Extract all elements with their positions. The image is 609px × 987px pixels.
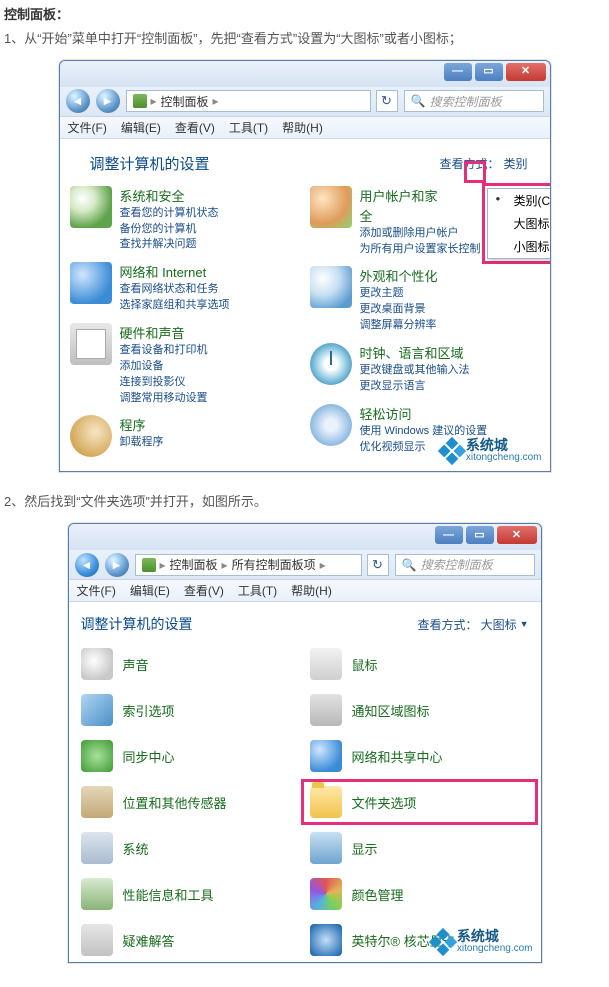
address-seg-2: 所有控制面板项 — [232, 556, 316, 573]
folder-icon — [310, 786, 342, 818]
menu-file[interactable]: 文件(F) — [77, 582, 116, 599]
location-icon — [81, 786, 113, 818]
address-bar[interactable]: ▸ 控制面板 ▸ 所有控制面板项 ▸ — [135, 554, 362, 576]
nav-bar: ◄ ► ▸ 控制面板 ▸ ↻ 🔍 搜索控制面板 — [60, 87, 550, 117]
item-intel[interactable]: 英特尔® 核芯显卡 — [310, 924, 529, 956]
view-option-small[interactable]: 小图标(S) — [488, 235, 550, 258]
item-performance[interactable]: 性能信息和工具 — [81, 878, 300, 910]
view-option-category[interactable]: 类别(C) — [488, 189, 550, 212]
menu-bar: 文件(F) 编辑(E) 查看(V) 工具(T) 帮助(H) — [69, 580, 541, 602]
network-icon — [310, 740, 342, 772]
speaker-icon — [81, 648, 113, 680]
item-network-center[interactable]: 网络和共享中心 — [310, 740, 529, 772]
search-icon: 🔍 — [402, 558, 417, 572]
address-segment: 控制面板 — [161, 93, 209, 110]
menu-bar: 文件(F) 编辑(E) 查看(V) 工具(T) 帮助(H) — [60, 117, 550, 139]
menu-edit[interactable]: 编辑(E) — [130, 582, 170, 599]
minimize-button[interactable]: — — [435, 526, 463, 544]
category-system-security[interactable]: 系统和安全 查看您的计算机状态 备份您的计算机 查找并解决问题 — [70, 186, 300, 253]
disc-icon — [70, 415, 112, 457]
back-button[interactable]: ◄ — [66, 89, 90, 113]
item-display[interactable]: 显示 — [310, 832, 529, 864]
nav-bar: ◄ ► ▸ 控制面板 ▸ 所有控制面板项 ▸ ↻ 🔍 搜索控制面板 — [69, 550, 541, 580]
view-mode-partial: 类别 — [503, 155, 527, 172]
item-color[interactable]: 颜色管理 — [310, 878, 529, 910]
view-option-large[interactable]: 大图标(L) — [488, 212, 550, 235]
item-tray[interactable]: 通知区域图标 — [310, 694, 529, 726]
item-mouse[interactable]: 鼠标 — [310, 648, 529, 680]
refresh-button[interactable]: ↻ — [376, 90, 398, 112]
address-seg-1: 控制面板 — [170, 556, 218, 573]
item-system[interactable]: 系统 — [81, 832, 300, 864]
category-programs[interactable]: 程序 卸载程序 — [70, 415, 300, 457]
shield-icon — [70, 186, 112, 228]
mouse-icon — [310, 648, 342, 680]
search-input[interactable]: 🔍 搜索控制面板 — [395, 554, 535, 576]
menu-view[interactable]: 查看(V) — [175, 119, 215, 136]
page-title: 调整计算机的设置 — [90, 153, 210, 174]
back-button[interactable]: ◄ — [75, 553, 99, 577]
content-pane: 调整计算机的设置 查看方式： 大图标 ▼ 声音 鼠标 索引选项 通知区域图标 同… — [69, 602, 541, 962]
display-icon — [310, 832, 342, 864]
refresh-button[interactable]: ↻ — [367, 554, 389, 576]
color-icon — [310, 878, 342, 910]
menu-view[interactable]: 查看(V) — [184, 582, 224, 599]
address-bar[interactable]: ▸ 控制面板 ▸ — [126, 90, 371, 112]
step-1-text: 1、从“开始”菜单中打开“控制面板”，先把“查看方式”设置为“大图标”或者小图标… — [4, 29, 605, 50]
control-panel-icon — [142, 558, 156, 572]
troubleshoot-icon — [81, 924, 113, 956]
menu-edit[interactable]: 编辑(E) — [121, 119, 161, 136]
maximize-button[interactable]: ▭ — [475, 63, 503, 81]
window-titlebar: — ▭ ✕ — [69, 524, 541, 550]
step-2-text: 2、然后找到“文件夹选项”并打开，如图所示。 — [4, 492, 605, 513]
item-sound[interactable]: 声音 — [81, 648, 300, 680]
performance-icon — [81, 878, 113, 910]
item-sync[interactable]: 同步中心 — [81, 740, 300, 772]
category-clock[interactable]: 时钟、语言和区域 更改键盘或其他输入法 更改显示语言 — [310, 343, 540, 394]
intel-icon — [310, 924, 342, 956]
users-icon — [310, 186, 352, 228]
screenshot-2: — ▭ ✕ ◄ ► ▸ 控制面板 ▸ 所有控制面板项 ▸ ↻ 🔍 — [4, 523, 605, 965]
sync-icon — [81, 740, 113, 772]
search-icon: 🔍 — [411, 94, 426, 108]
item-location[interactable]: 位置和其他传感器 — [81, 786, 300, 818]
forward-button[interactable]: ► — [96, 89, 120, 113]
item-index[interactable]: 索引选项 — [81, 694, 300, 726]
category-hardware[interactable]: 硬件和声音 查看设备和打印机 添加设备 连接到投影仪 调整常用移动设置 — [70, 323, 300, 405]
content-pane: 调整计算机的设置 查看方式： 类别 类别(C) 大图标(L) 小图标(S) — [60, 139, 550, 472]
maximize-button[interactable]: ▭ — [466, 526, 494, 544]
globe-icon — [70, 262, 112, 304]
view-mode-menu: 类别(C) 大图标(L) 小图标(S) — [487, 188, 550, 259]
control-panel-icon — [133, 94, 147, 108]
clock-icon — [310, 343, 352, 385]
menu-tools[interactable]: 工具(T) — [238, 582, 277, 599]
ease-icon — [310, 404, 352, 446]
category-network[interactable]: 网络和 Internet 查看网络状态和任务 选择家庭组和共享选项 — [70, 262, 300, 313]
close-button[interactable]: ✕ — [497, 526, 537, 544]
screenshot-1: — ▭ ✕ ◄ ► ▸ 控制面板 ▸ ↻ 🔍 搜索控制面板 — [4, 60, 605, 475]
menu-help[interactable]: 帮助(H) — [282, 119, 323, 136]
view-mode-label: 查看方式： — [418, 616, 478, 633]
category-appearance[interactable]: 外观和个性化 更改主题 更改桌面背景 调整屏幕分辨率 — [310, 266, 540, 333]
view-mode-value[interactable]: 大图标 — [481, 616, 517, 633]
menu-file[interactable]: 文件(F) — [68, 119, 107, 136]
item-folder-options[interactable]: 文件夹选项 — [301, 779, 538, 825]
tray-icon — [310, 694, 342, 726]
monitor-icon — [310, 266, 352, 308]
item-troubleshoot[interactable]: 疑难解答 — [81, 924, 300, 956]
highlight-dropdown-trigger — [464, 161, 486, 183]
close-button[interactable]: ✕ — [506, 63, 546, 81]
forward-button[interactable]: ► — [105, 553, 129, 577]
printer-icon — [70, 323, 112, 365]
search-index-icon — [81, 694, 113, 726]
system-icon — [81, 832, 113, 864]
minimize-button[interactable]: — — [444, 63, 472, 81]
window-titlebar: — ▭ ✕ — [60, 61, 550, 87]
search-input[interactable]: 🔍 搜索控制面板 — [404, 90, 544, 112]
menu-tools[interactable]: 工具(T) — [229, 119, 268, 136]
menu-help[interactable]: 帮助(H) — [291, 582, 332, 599]
category-ease[interactable]: 轻松访问 使用 Windows 建议的设置 优化视频显示 — [310, 404, 540, 455]
section-heading: 控制面板： — [4, 4, 605, 23]
page-title: 调整计算机的设置 — [81, 614, 193, 634]
